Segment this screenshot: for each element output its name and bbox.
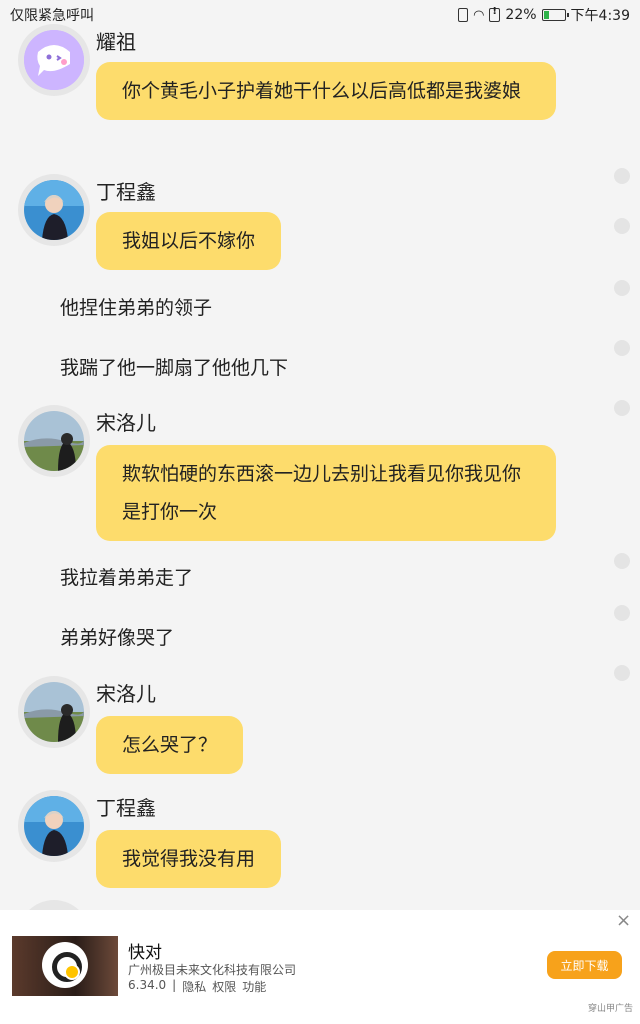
- photo-avatar-boy-icon: [24, 796, 84, 856]
- ad-thumbnail[interactable]: [12, 936, 118, 996]
- ad-company: 广州极目未来文化科技有限公司: [128, 963, 297, 977]
- ad-version: 6.34.0: [128, 978, 167, 992]
- photo-avatar-girl-icon: [24, 411, 84, 471]
- select-dot[interactable]: [614, 400, 630, 416]
- message-bubble[interactable]: 怎么哭了？: [96, 716, 244, 774]
- avatar[interactable]: [18, 676, 90, 748]
- narration-text[interactable]: 我踹了他一脚扇了他他几下: [60, 353, 288, 380]
- select-dot[interactable]: [614, 605, 630, 621]
- select-dot[interactable]: [614, 280, 630, 296]
- speaker-name: 宋洛儿: [96, 411, 156, 435]
- photo-avatar-girl-icon: [24, 682, 84, 742]
- clock: 下午4:39: [570, 8, 630, 24]
- select-dot[interactable]: [614, 218, 630, 234]
- vibrate-icon: [458, 8, 469, 22]
- avatar[interactable]: [18, 405, 90, 477]
- ad-privacy-link[interactable]: 隐私: [182, 978, 206, 995]
- select-dot[interactable]: [614, 553, 630, 569]
- battery-percent: 22%: [505, 7, 537, 23]
- avatar[interactable]: [18, 790, 90, 862]
- close-icon[interactable]: ×: [616, 910, 631, 931]
- ad-permissions-link[interactable]: 权限: [212, 978, 236, 995]
- message-bubble[interactable]: ￼你个黄毛小子护着她干什么以后高低都是我婆娘: [96, 62, 556, 120]
- speaker-name: 宋洛儿: [96, 682, 156, 706]
- ad-app-name[interactable]: 快对: [128, 938, 162, 963]
- avatar[interactable]: [18, 174, 90, 246]
- select-dot[interactable]: [614, 340, 630, 356]
- sim-alert-icon: [489, 6, 501, 22]
- download-button[interactable]: 立即下载: [547, 951, 622, 979]
- narration-text[interactable]: 弟弟好像哭了: [60, 623, 174, 650]
- message-bubble[interactable]: 我觉得我没有用: [96, 830, 282, 888]
- message-bubble[interactable]: 我姐以后不嫁你: [96, 212, 282, 270]
- ad-banner[interactable]: × 快对 广州极目未来文化科技有限公司 6.34.0 | 隐私 权限 功能 立即…: [0, 910, 640, 1024]
- speaker-name: 丁程鑫: [96, 796, 156, 820]
- battery-icon: [541, 9, 569, 21]
- photo-avatar-boy-icon: [24, 180, 84, 240]
- app-logo-icon: [42, 942, 88, 988]
- network-status-text: 仅限紧急呼叫: [10, 8, 94, 24]
- select-dot[interactable]: [614, 665, 630, 681]
- purple-ghost-avatar-icon: [24, 30, 84, 90]
- wifi-icon: ◠: [473, 7, 485, 23]
- ad-meta: 6.34.0 | 隐私 权限 功能: [128, 978, 266, 995]
- speaker-name: 耀祖: [96, 30, 136, 54]
- narration-text[interactable]: 我拉着弟弟走了: [60, 563, 193, 590]
- status-icons: ◠ 22% 下午4:39: [458, 5, 630, 25]
- ad-separator: |: [172, 978, 177, 992]
- ad-features-link[interactable]: 功能: [242, 978, 266, 995]
- speaker-name: 丁程鑫: [96, 180, 156, 204]
- message-bubble[interactable]: 欺软怕硬的东西滚一边儿去别让我看见你我见你是打你一次: [96, 445, 556, 541]
- narration-text[interactable]: 他捏住弟弟的领子: [60, 293, 212, 320]
- select-dot[interactable]: [614, 168, 630, 184]
- avatar[interactable]: [18, 24, 90, 96]
- ad-source-label: 穿山甲广告: [588, 1004, 634, 1014]
